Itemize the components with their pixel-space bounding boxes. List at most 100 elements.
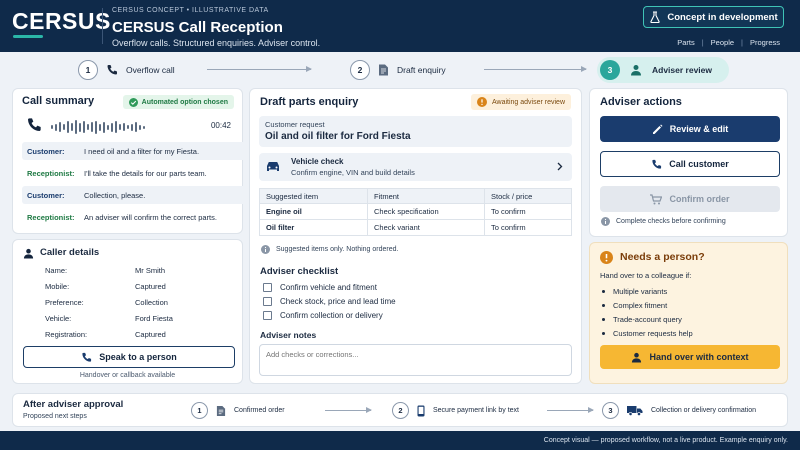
phone-icon: [26, 117, 42, 133]
table-header-row: Suggested item Fitment Stock / price: [259, 188, 572, 204]
next-steps-title: After adviser approval: [23, 399, 124, 410]
call-summary-card: Call summary Automated option chosen 00:…: [12, 88, 247, 234]
suggested-parts-table: Suggested item Fitment Stock / price Eng…: [259, 188, 572, 236]
hand-over-button[interactable]: Hand over with context: [600, 345, 780, 369]
alert-icon: [476, 97, 487, 107]
info-icon: [601, 217, 610, 226]
step-label: Collection or delivery confirmation: [651, 407, 757, 414]
step-arrow: [484, 66, 587, 72]
workflow-stepper: 1 Overflow call 2 Draft enquiry 3 Advise…: [0, 52, 800, 88]
phone-icon: [651, 159, 662, 170]
checklist-item[interactable]: Confirm collection or delivery: [263, 311, 383, 320]
concept-badge: Concept in development: [643, 6, 784, 28]
step-number: 3: [602, 402, 619, 419]
checkbox[interactable]: [263, 297, 272, 306]
draft-enquiry-card: Draft parts enquiry Awaiting adviser rev…: [249, 88, 582, 384]
phone-icon: [106, 64, 118, 76]
speak-to-person-button[interactable]: Speak to a person: [23, 346, 235, 368]
step-arrow: [547, 407, 594, 413]
checklist-item[interactable]: Check stock, price and lead time: [263, 297, 396, 306]
table-row: Engine oil Check specification To confir…: [259, 203, 572, 220]
person-icon: [631, 352, 642, 363]
list-item: Customer requests help: [602, 326, 693, 340]
detail-label: Vehicle:: [45, 314, 72, 323]
vehicle-check-row[interactable]: Vehicle check Confirm engine, VIN and bu…: [259, 153, 572, 181]
detail-row-name: Name: Mr Smith: [45, 266, 165, 275]
nav-people[interactable]: People: [711, 38, 734, 47]
call-summary-title: Call summary: [22, 95, 95, 107]
review-edit-label: Review & edit: [669, 124, 729, 134]
speaker-text: An adviser will confirm the correct part…: [84, 212, 217, 222]
step-number: 2: [392, 402, 409, 419]
step-label: Confirmed order: [234, 407, 285, 414]
detail-row-vehicle: Vehicle: Ford Fiesta: [45, 314, 173, 323]
header-nav: Parts | People | Progress: [677, 38, 780, 47]
checklist-title: Adviser checklist: [260, 266, 339, 277]
column-header: Stock / price: [484, 188, 572, 204]
detail-row-mobile: Mobile: Captured: [45, 282, 166, 291]
next-steps-bar: After adviser approval Proposed next ste…: [12, 393, 788, 427]
header-kicker: CERSUS CONCEPT • ILLUSTRATIVE DATA: [112, 7, 269, 14]
detail-label: Registration:: [45, 330, 88, 339]
confirm-note: Complete checks before confirming: [601, 217, 726, 226]
adviser-notes-input[interactable]: [259, 344, 572, 376]
awaiting-review-badge: Awaiting adviser review: [470, 94, 571, 110]
automated-badge-label: Automated option chosen: [141, 98, 228, 106]
logo: CERSUS: [12, 8, 111, 34]
checklist-item-label: Confirm vehicle and fitment: [280, 283, 377, 292]
check-circle-icon: [128, 97, 138, 107]
nav-separator: |: [701, 38, 704, 47]
nav-progress[interactable]: Progress: [750, 38, 780, 47]
adviser-actions-card: Adviser actions Review & edit Call custo…: [589, 88, 788, 237]
step-label: Overflow call: [126, 65, 175, 75]
chevron-right-icon: [557, 162, 563, 171]
needs-person-title: Needs a person?: [620, 251, 705, 263]
draft-enquiry-title: Draft parts enquiry: [260, 96, 359, 108]
column-header: Fitment: [367, 188, 485, 204]
mobile-icon: [417, 405, 425, 417]
person-icon: [630, 64, 642, 76]
call-customer-label: Call customer: [669, 159, 729, 169]
automated-badge: Automated option chosen: [122, 95, 234, 109]
hand-over-label: Hand over with context: [649, 352, 749, 362]
speaker-label: Customer:: [27, 190, 65, 200]
concept-badge-label: Concept in development: [667, 11, 778, 23]
transcript-row: Customer: I need oil and a filter for my…: [22, 142, 247, 160]
nav-parts[interactable]: Parts: [677, 38, 695, 47]
checklist-item-label: Confirm collection or delivery: [280, 311, 383, 320]
call-customer-button[interactable]: Call customer: [600, 151, 780, 177]
checklist-item-label: Check stock, price and lead time: [280, 297, 396, 306]
request-value: Oil and oil filter for Ford Fiesta: [265, 131, 411, 142]
table-row: Oil filter Check variant To confirm: [259, 219, 572, 236]
car-icon: [265, 160, 281, 173]
detail-label: Preference:: [45, 298, 84, 307]
phone-icon: [81, 352, 92, 363]
transcript-row: Customer: Collection, please.: [22, 186, 247, 204]
next-step-confirmed-order: 1 Confirmed order: [191, 402, 285, 419]
checkbox[interactable]: [263, 311, 272, 320]
table-cell: Check variant: [367, 219, 485, 236]
detail-label: Name:: [45, 266, 68, 275]
needs-person-intro: Hand over to a colleague if:: [600, 271, 692, 280]
speaker-label: Receptionist:: [27, 212, 75, 222]
step-number: 3: [600, 60, 620, 80]
list-item: Multiple variants: [602, 284, 693, 298]
logo-underline: [13, 35, 43, 38]
review-edit-button[interactable]: Review & edit: [600, 116, 780, 142]
list-item: Trade-account query: [602, 312, 693, 326]
table-cell: To confirm: [484, 203, 572, 220]
confirm-order-button[interactable]: Confirm order: [600, 186, 780, 212]
footer-disclaimer: Concept visual — proposed workflow, not …: [0, 431, 800, 450]
notes-title: Adviser notes: [260, 330, 317, 340]
app-header: CERSUS CERSUS CONCEPT • ILLUSTRATIVE DAT…: [0, 0, 800, 52]
step-label: Secure payment link by text: [433, 407, 519, 414]
checkbox[interactable]: [263, 283, 272, 292]
next-step-payment-link: 2 Secure payment link by text: [392, 402, 519, 419]
table-cell: Check specification: [367, 203, 485, 220]
step-arrow: [207, 66, 312, 72]
list-item: Complex fitment: [602, 298, 693, 312]
info-icon: [261, 245, 270, 254]
checklist-item[interactable]: Confirm vehicle and fitment: [263, 283, 377, 292]
document-icon: [378, 64, 389, 76]
flask-icon: [649, 11, 661, 23]
